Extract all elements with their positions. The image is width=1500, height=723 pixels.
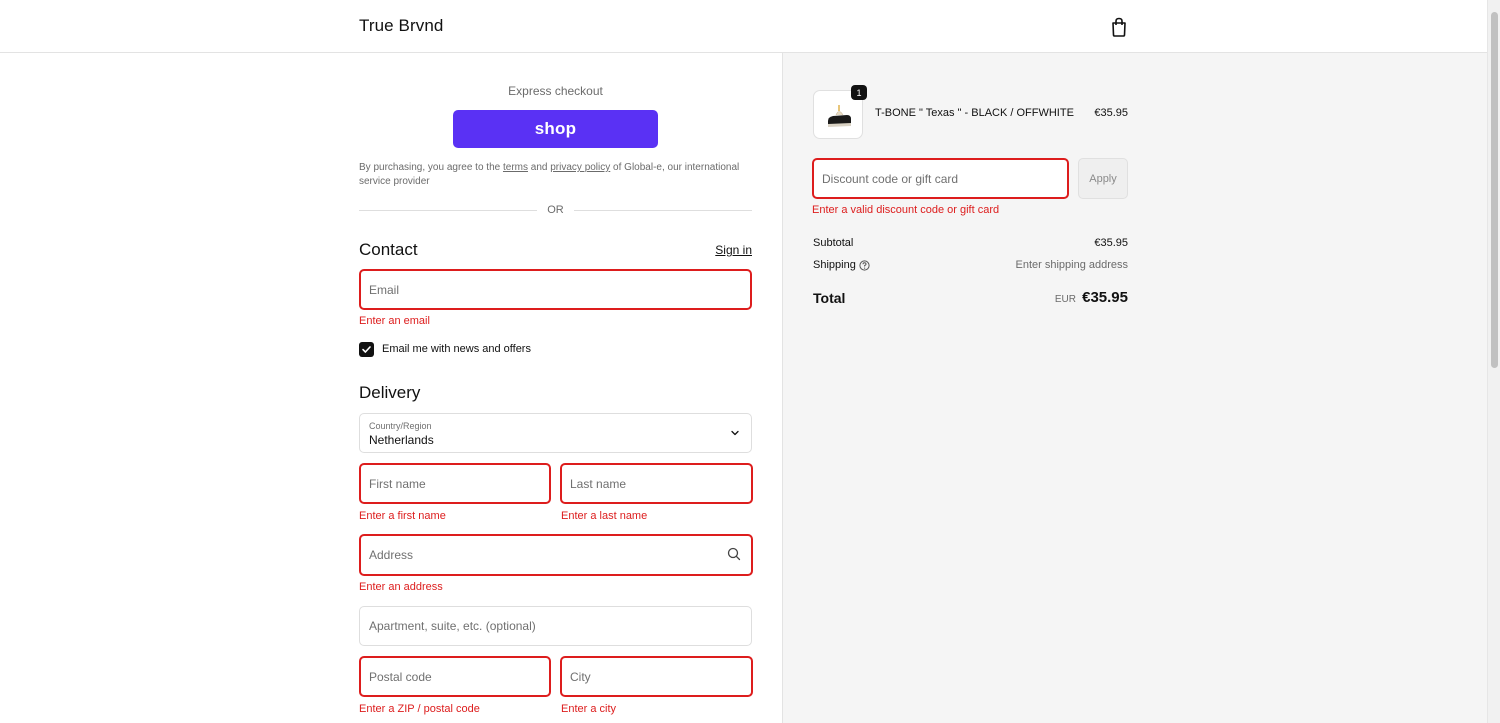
first-name-error: Enter a first name <box>359 510 446 522</box>
newsletter-checkbox[interactable] <box>359 341 374 357</box>
terms-link[interactable]: terms <box>503 162 528 173</box>
legal-notice: By purchasing, you agree to the terms an… <box>359 161 752 189</box>
product-price: €35.95 <box>1094 107 1128 119</box>
header: True Brvnd <box>0 0 1487 53</box>
shop-pay-label: shop <box>534 119 577 138</box>
discount-error: Enter a valid discount code or gift card <box>812 204 1000 216</box>
first-name-field[interactable] <box>359 463 551 504</box>
or-divider: OR <box>359 204 752 218</box>
first-name-input[interactable] <box>361 465 549 502</box>
email-field[interactable] <box>359 269 752 310</box>
chevron-down-icon <box>731 430 739 436</box>
privacy-policy-link[interactable]: privacy policy <box>550 162 610 173</box>
address-field[interactable] <box>359 534 753 576</box>
express-checkout-label: Express checkout <box>508 84 603 98</box>
last-name-input[interactable] <box>562 465 751 502</box>
product-name: T-BONE " Texas " - BLACK / OFFWHITE <box>875 107 1074 119</box>
total-label: Total <box>813 290 846 306</box>
email-error: Enter an email <box>359 315 430 327</box>
last-name-field[interactable] <box>560 463 753 504</box>
discount-code-input[interactable] <box>814 160 1067 197</box>
sign-in-link[interactable]: Sign in <box>700 243 752 257</box>
apartment-field[interactable] <box>359 606 752 646</box>
shipping-label: Shipping <box>813 259 856 271</box>
postal-code-error: Enter a ZIP / postal code <box>359 703 480 715</box>
country-label: Country/Region <box>369 421 432 431</box>
city-error: Enter a city <box>561 703 617 715</box>
apartment-input[interactable] <box>360 607 751 645</box>
checkmark-icon <box>362 345 371 353</box>
discount-code-field[interactable] <box>812 158 1069 199</box>
city-input[interactable] <box>562 658 751 695</box>
postal-code-field[interactable] <box>359 656 551 697</box>
apply-discount-button[interactable]: Apply <box>1078 158 1128 199</box>
divider-line-right <box>574 210 752 211</box>
legal-and: and <box>527 162 551 173</box>
order-summary-panel <box>782 53 1487 723</box>
country-value: Netherlands <box>369 433 434 447</box>
subtotal-value: €35.95 <box>1094 237 1128 249</box>
quantity-badge: 1 <box>851 85 867 100</box>
shopping-bag-icon[interactable] <box>1109 16 1129 38</box>
total-value: €35.95 <box>1082 289 1128 306</box>
legal-prefix: By purchasing, you agree to the <box>359 162 503 173</box>
newsletter-option[interactable]: Email me with news and offers <box>359 341 531 357</box>
last-name-error: Enter a last name <box>561 510 648 522</box>
search-icon[interactable] <box>727 547 741 561</box>
country-select[interactable]: Country/Region Netherlands <box>359 413 752 453</box>
help-circle-icon[interactable] <box>859 260 870 271</box>
contact-heading: Contact <box>359 240 418 259</box>
newsletter-label: Email me with news and offers <box>382 343 531 355</box>
address-input[interactable] <box>361 536 751 574</box>
shipping-value: Enter shipping address <box>1015 259 1128 271</box>
email-input[interactable] <box>361 271 750 308</box>
city-field[interactable] <box>560 656 753 697</box>
delivery-heading: Delivery <box>359 383 421 402</box>
store-logo[interactable]: True Brvnd <box>359 16 443 36</box>
shop-pay-button[interactable]: shop <box>453 110 658 148</box>
address-error: Enter an address <box>359 581 443 593</box>
postal-code-input[interactable] <box>361 658 549 695</box>
subtotal-label: Subtotal <box>813 237 854 249</box>
scrollbar-thumb[interactable] <box>1491 12 1498 368</box>
page-scrollbar[interactable] <box>1487 0 1500 723</box>
